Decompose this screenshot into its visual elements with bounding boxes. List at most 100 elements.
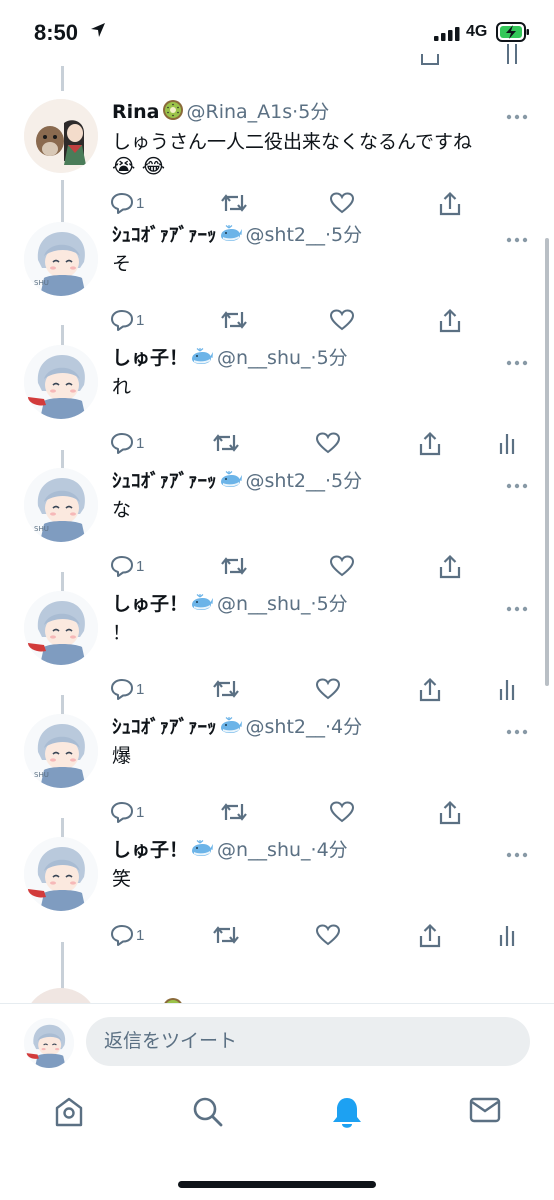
tweet[interactable]: Rina @Rina_A1s·5分 しゅうさん一人二役出来なくなるんですね 😭 😂 1 <box>0 91 554 216</box>
reply-icon <box>110 677 134 701</box>
author-handle[interactable]: @Rina_A1s <box>187 101 293 123</box>
tweet-time: 5分 <box>298 101 330 123</box>
more-options-icon[interactable] <box>506 228 528 247</box>
retweet-button[interactable] <box>220 191 248 215</box>
like-button[interactable] <box>329 800 355 824</box>
retweet-button[interactable] <box>220 554 248 578</box>
whale-emoji-icon <box>219 470 243 495</box>
tweet-actions: 1 <box>0 800 554 828</box>
reply-icon <box>110 800 134 824</box>
tweet-header: ｼｭｺｵﾞｧｱﾞｧｰｯ @sht2__·5分 <box>112 220 362 249</box>
reply-button[interactable]: 1 <box>110 800 144 824</box>
author-handle[interactable]: @n__shu_ <box>217 593 311 615</box>
author-handle[interactable]: @n__shu_ <box>217 839 311 861</box>
reply-button[interactable]: 1 <box>110 308 144 332</box>
status-time: 8:50 <box>34 20 79 45</box>
reply-button[interactable]: 1 <box>110 554 144 578</box>
tweet[interactable]: SHU ｼｭｺｵﾞｧｱﾞｧｰｯ @sht2__·4分爆 1 <box>0 706 554 829</box>
analytics-button[interactable] <box>498 431 516 455</box>
retweet-icon <box>212 923 240 947</box>
reply-icon <box>110 923 134 947</box>
author-avatar[interactable]: SHU <box>24 714 98 788</box>
share-button[interactable] <box>438 800 462 826</box>
tweet[interactable]: しゅ子！ @n__shu_·5分れ 1 <box>0 337 554 460</box>
author-name[interactable]: しゅ子！ <box>112 347 188 369</box>
tweet-text: 笑 <box>112 864 131 891</box>
notifications-icon[interactable] <box>331 1096 363 1134</box>
scrollbar[interactable] <box>545 238 549 686</box>
share-button[interactable] <box>438 308 462 334</box>
author-name[interactable]: しゅ子！ <box>112 593 188 615</box>
home-icon[interactable] <box>54 1096 84 1132</box>
more-options-icon[interactable] <box>506 105 528 124</box>
tweet-time: 4分 <box>331 716 363 738</box>
tweet[interactable]: しゅ子！ @n__shu_·4分笑 1 <box>0 829 554 952</box>
tweet[interactable]: しゅ子！ @n__shu_·5分！ 1 <box>0 583 554 706</box>
like-button[interactable] <box>315 431 341 455</box>
heart-icon <box>329 800 355 824</box>
like-button[interactable] <box>329 191 355 215</box>
author-avatar[interactable]: SHU <box>24 222 98 296</box>
reply-button[interactable]: 1 <box>110 677 144 701</box>
more-options-icon[interactable] <box>506 597 528 616</box>
retweet-button[interactable] <box>220 308 248 332</box>
author-handle[interactable]: @sht2__ <box>246 716 325 738</box>
author-avatar[interactable] <box>24 99 98 173</box>
share-icon <box>418 431 442 457</box>
tweet-text: 爆 <box>112 741 131 768</box>
author-avatar[interactable] <box>24 345 98 419</box>
author-name[interactable]: ｼｭｺｵﾞｧｱﾞｧｰｯ <box>112 470 217 492</box>
share-button[interactable] <box>418 923 442 949</box>
like-button[interactable] <box>315 923 341 947</box>
like-button[interactable] <box>315 677 341 701</box>
author-handle[interactable]: @sht2__ <box>246 224 325 246</box>
tweet[interactable]: SHU ｼｭｺｵﾞｧｱﾞｧｰｯ @sht2__·5分な 1 <box>0 460 554 583</box>
user-avatar[interactable] <box>24 1018 74 1068</box>
author-handle[interactable]: @sht2__ <box>246 470 325 492</box>
analytics-button[interactable] <box>498 923 516 947</box>
retweet-button[interactable] <box>212 677 240 701</box>
author-name[interactable]: しゅ子！ <box>112 839 188 861</box>
author-avatar[interactable] <box>24 837 98 911</box>
share-button[interactable] <box>438 554 462 580</box>
previous-tweet-analytics <box>505 44 519 68</box>
share-button[interactable] <box>418 677 442 703</box>
more-options-icon[interactable] <box>506 351 528 370</box>
reply-icon <box>110 554 134 578</box>
author-avatar[interactable]: SHU <box>24 468 98 542</box>
tweet-header: しゅ子！ @n__shu_·5分 <box>112 589 348 618</box>
more-options-icon[interactable] <box>506 843 528 862</box>
author-name[interactable]: ｼｭｺｵﾞｧｱﾞｧｰｯ <box>112 716 217 738</box>
share-button[interactable] <box>418 431 442 457</box>
reply-count: 1 <box>136 434 145 452</box>
search-icon[interactable] <box>192 1096 224 1132</box>
tweet-actions: 1 <box>0 308 554 336</box>
author-handle[interactable]: @n__shu_ <box>217 347 311 369</box>
reply-button[interactable]: 1 <box>110 191 144 215</box>
reply-button[interactable]: 1 <box>110 923 144 947</box>
retweet-button[interactable] <box>212 923 240 947</box>
retweet-button[interactable] <box>212 431 240 455</box>
like-button[interactable] <box>329 308 355 332</box>
tweet-time: 5分 <box>331 224 363 246</box>
tweet[interactable]: SHU ｼｭｺｵﾞｧｱﾞｧｰｯ @sht2__·5分そ 1 <box>0 214 554 337</box>
whale-emoji-icon <box>190 347 214 372</box>
reply-input[interactable]: 返信をツイート <box>86 1017 530 1066</box>
tweet-header: しゅ子！ @n__shu_·4分 <box>112 835 348 864</box>
thread-line <box>61 66 64 91</box>
author-avatar[interactable] <box>24 591 98 665</box>
whale-emoji-icon <box>190 839 214 864</box>
retweet-button[interactable] <box>220 800 248 824</box>
reply-button[interactable]: 1 <box>110 431 144 455</box>
retweet-icon <box>220 191 248 215</box>
like-button[interactable] <box>329 554 355 578</box>
network-type: 4G <box>466 23 488 40</box>
tweet-header: Rina @Rina_A1s·5分 <box>112 97 329 126</box>
messages-icon[interactable] <box>469 1096 501 1128</box>
more-options-icon[interactable] <box>506 474 528 493</box>
author-name[interactable]: Rina <box>112 101 160 123</box>
analytics-button[interactable] <box>498 677 516 701</box>
more-options-icon[interactable] <box>506 720 528 739</box>
reply-count: 1 <box>136 311 145 329</box>
author-name[interactable]: ｼｭｺｵﾞｧｱﾞｧｰｯ <box>112 224 217 246</box>
